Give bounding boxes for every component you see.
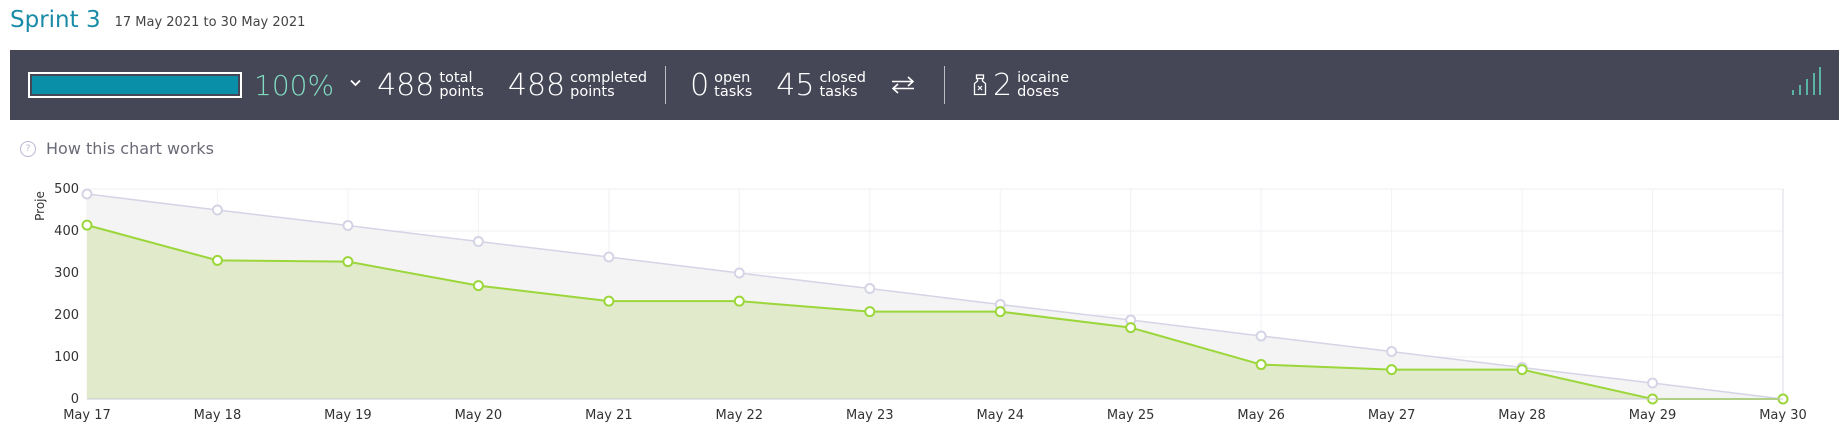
actual-point bbox=[472, 280, 484, 292]
x-tick-label: May 29 bbox=[1629, 408, 1677, 423]
how-chart-works-label: How this chart works bbox=[46, 139, 215, 158]
x-tick-label: May 18 bbox=[194, 408, 242, 423]
completed-points-label-1: completed bbox=[570, 70, 648, 86]
actual-point bbox=[1255, 359, 1267, 371]
optimal-point bbox=[342, 220, 354, 232]
closed-tasks-value: 45 bbox=[776, 67, 815, 103]
actual-point bbox=[342, 256, 354, 268]
optimal-point bbox=[603, 251, 615, 263]
optimal-point bbox=[864, 283, 876, 295]
x-tick-label: May 24 bbox=[976, 408, 1024, 423]
x-tick-label: May 30 bbox=[1759, 408, 1807, 423]
actual-point bbox=[603, 295, 615, 307]
open-tasks-value: 0 bbox=[690, 67, 710, 103]
total-points-label-2: points bbox=[439, 84, 484, 100]
open-tasks-label-2: tasks bbox=[714, 84, 753, 100]
completed-points-value: 488 bbox=[507, 67, 566, 103]
actual-point bbox=[733, 295, 745, 307]
closed-tasks-label-1: closed bbox=[819, 70, 866, 86]
y-tick-label: 200 bbox=[54, 308, 79, 323]
actual-point bbox=[864, 306, 876, 318]
x-tick-label: May 25 bbox=[1107, 408, 1155, 423]
total-points: 488 total points bbox=[377, 68, 484, 103]
actual-point bbox=[994, 306, 1006, 318]
potion-bottle-icon bbox=[973, 74, 987, 96]
optimal-point bbox=[81, 188, 93, 200]
y-tick-label: 0 bbox=[71, 392, 79, 407]
sprint-dates: 17 May 2021 to 30 May 2021 bbox=[114, 14, 306, 30]
iocaine-doses-label-1: iocaine bbox=[1017, 70, 1069, 86]
x-tick-label: May 19 bbox=[324, 408, 372, 423]
progress-bar bbox=[28, 72, 242, 98]
x-tick-label: May 28 bbox=[1498, 408, 1546, 423]
y-tick-label: 400 bbox=[54, 224, 79, 239]
x-tick-label: May 21 bbox=[585, 408, 633, 423]
sprint-title[interactable]: Sprint 3 bbox=[10, 7, 101, 33]
chevron-down-icon[interactable] bbox=[350, 75, 361, 91]
sprint-header: Sprint 3 17 May 2021 to 30 May 2021 bbox=[10, 0, 305, 40]
x-tick-label: May 22 bbox=[716, 408, 764, 423]
y-tick-label: 500 bbox=[54, 182, 79, 197]
actual-point bbox=[211, 254, 223, 266]
closed-tasks-label-2: tasks bbox=[819, 84, 858, 100]
y-tick-label: 100 bbox=[54, 350, 79, 365]
x-tick-label: May 23 bbox=[846, 408, 894, 423]
optimal-point bbox=[1386, 346, 1398, 358]
x-tick-label: May 27 bbox=[1368, 408, 1416, 423]
optimal-point bbox=[1255, 330, 1267, 342]
open-tasks-label-1: open bbox=[714, 70, 751, 86]
total-points-value: 488 bbox=[377, 67, 435, 103]
total-points-label-1: total bbox=[439, 70, 473, 86]
sprint-stats-bar: 100% 488 total points 488 completed points… bbox=[10, 50, 1839, 120]
how-chart-works-link[interactable]: ? How this chart works bbox=[20, 139, 214, 158]
stats-divider bbox=[944, 66, 945, 104]
progress-bar-fill bbox=[32, 76, 238, 94]
optimal-point bbox=[733, 267, 745, 279]
iocaine-doses-label-2: doses bbox=[1017, 84, 1060, 100]
progress-percent: 100% bbox=[254, 68, 335, 102]
optimal-point bbox=[472, 236, 484, 247]
actual-point bbox=[1516, 364, 1528, 376]
question-circle-icon: ? bbox=[20, 140, 36, 157]
iocaine-doses-value: 2 bbox=[993, 67, 1013, 103]
stats-divider bbox=[665, 66, 667, 104]
signal-bars-icon[interactable] bbox=[1791, 66, 1821, 100]
x-tick-label: May 26 bbox=[1237, 408, 1285, 423]
x-tick-label: May 17 bbox=[63, 408, 111, 423]
completed-points: 488 completed points bbox=[508, 68, 647, 103]
actual-point bbox=[1125, 322, 1137, 334]
open-tasks: 0 open tasks bbox=[690, 68, 752, 103]
actual-point bbox=[81, 219, 93, 231]
y-tick-label: 300 bbox=[54, 266, 79, 281]
completed-points-label-2: points bbox=[570, 84, 615, 100]
actual-point bbox=[1386, 364, 1398, 376]
x-tick-label: May 20 bbox=[455, 408, 503, 423]
optimal-point bbox=[1647, 377, 1659, 389]
optimal-point bbox=[211, 204, 223, 216]
iocaine-doses: 2 iocaine doses bbox=[969, 68, 1069, 103]
swap-arrows-icon[interactable] bbox=[890, 76, 916, 94]
y-axis-label: Proje bbox=[33, 191, 47, 221]
burndown-chart: 0 100 200 300 400 500 May 17 May 18 May 19 May 20… bbox=[33, 182, 1807, 423]
closed-tasks: 45 closed tasks bbox=[776, 68, 866, 103]
